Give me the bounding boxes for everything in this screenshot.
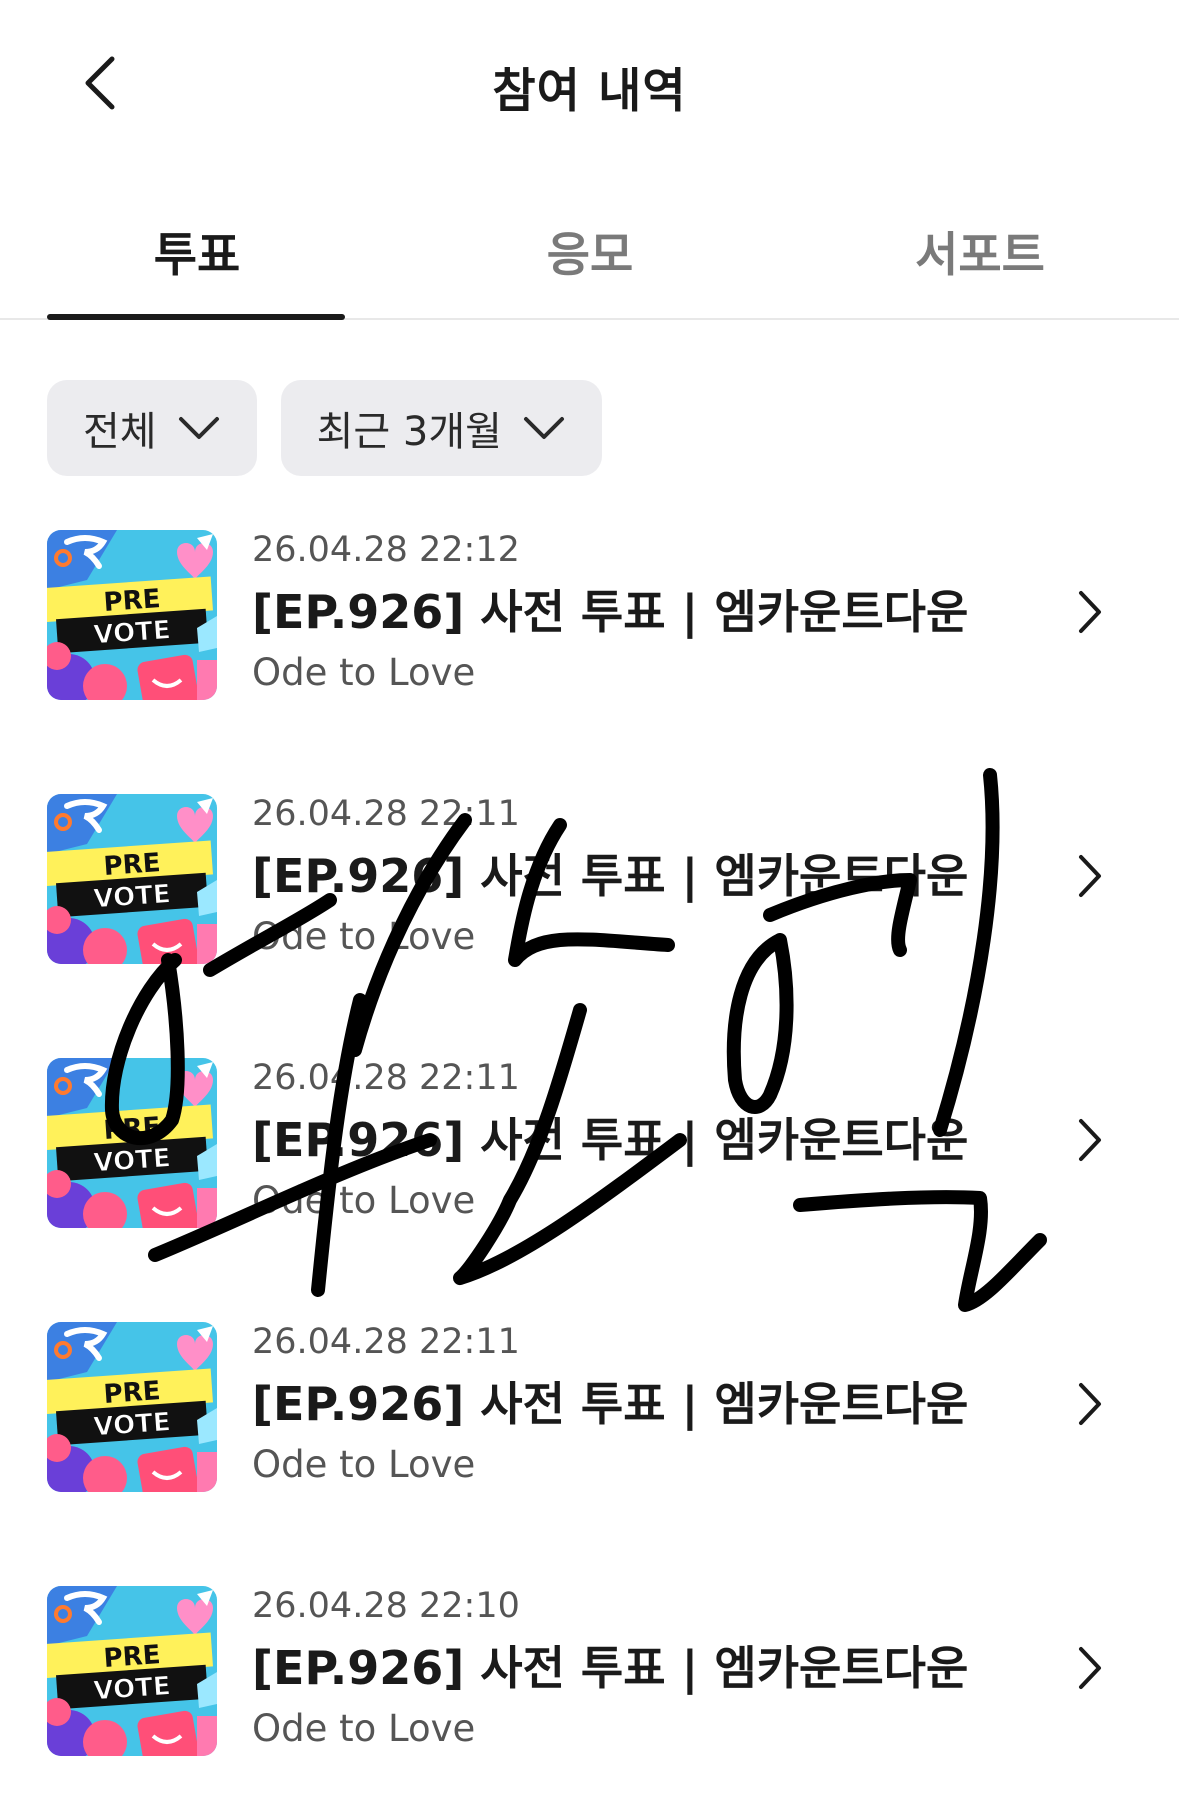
thumbnail-pre-label: PRE — [103, 1112, 162, 1146]
item-title: [EP.926] 사전 투표 | 엠카운트다운 — [252, 1113, 969, 1167]
item-title: [EP.926] 사전 투표 | 엠카운트다운 — [252, 1641, 969, 1695]
list-item[interactable]: PRE VOTE 26.04.28 22:11 [EP.926] 사전 투표 |… — [0, 794, 1179, 1058]
thumbnail-pre-label: PRE — [103, 1376, 162, 1410]
filter-category-dropdown[interactable]: 전체 — [47, 380, 257, 476]
item-subtitle: Ode to Love — [252, 1179, 476, 1222]
item-subtitle: Ode to Love — [252, 915, 476, 958]
item-date: 26.04.28 22:12 — [252, 530, 520, 570]
thumbnail-pre-label: PRE — [103, 584, 162, 618]
pre-vote-thumbnail: PRE VOTE — [47, 794, 217, 964]
thumbnail-pre-label: PRE — [103, 1640, 162, 1674]
item-title: [EP.926] 사전 투표 | 엠카운트다운 — [252, 849, 969, 903]
thumbnail-vote-label: VOTE — [92, 615, 171, 650]
item-date: 26.04.28 22:11 — [252, 1058, 520, 1098]
tab-bar: 투표 응모 서포트 — [0, 190, 1179, 320]
list-item[interactable]: PRE VOTE 26.04.28 22:11 [EP.926] 사전 투표 |… — [0, 1058, 1179, 1322]
chevron-right-icon — [1070, 846, 1110, 906]
list-item[interactable]: PRE VOTE 26.04.28 22:11 [EP.926] 사전 투표 |… — [0, 1322, 1179, 1586]
chevron-down-icon — [177, 414, 221, 442]
filter-bar: 전체 최근 3개월 — [47, 380, 602, 476]
filter-period-label: 최근 3개월 — [316, 409, 502, 455]
item-meta: 26.04.28 22:11 [EP.926] 사전 투표 | 엠카운트다운 O… — [252, 794, 968, 960]
chevron-down-icon — [522, 414, 566, 442]
pre-vote-thumbnail: PRE VOTE — [47, 530, 217, 700]
tab-entry[interactable]: 응모 — [440, 216, 740, 285]
item-meta: 26.04.28 22:11 [EP.926] 사전 투표 | 엠카운트다운 O… — [252, 1058, 968, 1224]
filter-category-label: 전체 — [83, 409, 157, 455]
item-date: 26.04.28 22:10 — [252, 1586, 520, 1626]
list-item[interactable]: PRE VOTE 26.04.28 22:12 [EP.926] 사전 투표 |… — [0, 530, 1179, 794]
thumbnail-vote-label: VOTE — [92, 879, 171, 914]
filter-period-dropdown[interactable]: 최근 3개월 — [280, 380, 602, 476]
thumbnail-vote-label: VOTE — [92, 1407, 171, 1442]
chevron-right-icon — [1070, 1638, 1110, 1698]
item-date: 26.04.28 22:11 — [252, 794, 520, 834]
item-subtitle: Ode to Love — [252, 651, 476, 694]
chevron-right-icon — [1070, 1110, 1110, 1170]
item-subtitle: Ode to Love — [252, 1707, 476, 1750]
thumbnail-vote-label: VOTE — [92, 1671, 171, 1706]
page-title: 참여 내역 — [492, 64, 687, 119]
item-title: [EP.926] 사전 투표 | 엠카운트다운 — [252, 1377, 969, 1431]
pre-vote-thumbnail: PRE VOTE — [47, 1322, 217, 1492]
thumbnail-vote-label: VOTE — [92, 1143, 171, 1178]
chevron-right-icon — [1070, 1374, 1110, 1434]
tab-vote[interactable]: 투표 — [47, 216, 347, 285]
top-bar: 참여 내역 — [0, 0, 1179, 170]
item-title: [EP.926] 사전 투표 | 엠카운트다운 — [252, 585, 969, 639]
item-meta: 26.04.28 22:10 [EP.926] 사전 투표 | 엠카운트다운 O… — [252, 1586, 968, 1752]
list-item[interactable]: PRE VOTE 26.04.28 22:10 [EP.926] 사전 투표 |… — [0, 1586, 1179, 1803]
thumbnail-pre-label: PRE — [103, 848, 162, 882]
tab-support[interactable]: 서포트 — [830, 216, 1130, 285]
pre-vote-thumbnail: PRE VOTE — [47, 1586, 217, 1756]
active-tab-indicator — [47, 314, 345, 320]
item-subtitle: Ode to Love — [252, 1443, 476, 1486]
pre-vote-thumbnail: PRE VOTE — [47, 1058, 217, 1228]
participation-list: PRE VOTE 26.04.28 22:12 [EP.926] 사전 투표 |… — [0, 530, 1179, 1803]
item-date: 26.04.28 22:11 — [252, 1322, 520, 1362]
item-meta: 26.04.28 22:12 [EP.926] 사전 투표 | 엠카운트다운 O… — [252, 530, 968, 696]
item-meta: 26.04.28 22:11 [EP.926] 사전 투표 | 엠카운트다운 O… — [252, 1322, 968, 1488]
chevron-right-icon — [1070, 582, 1110, 642]
